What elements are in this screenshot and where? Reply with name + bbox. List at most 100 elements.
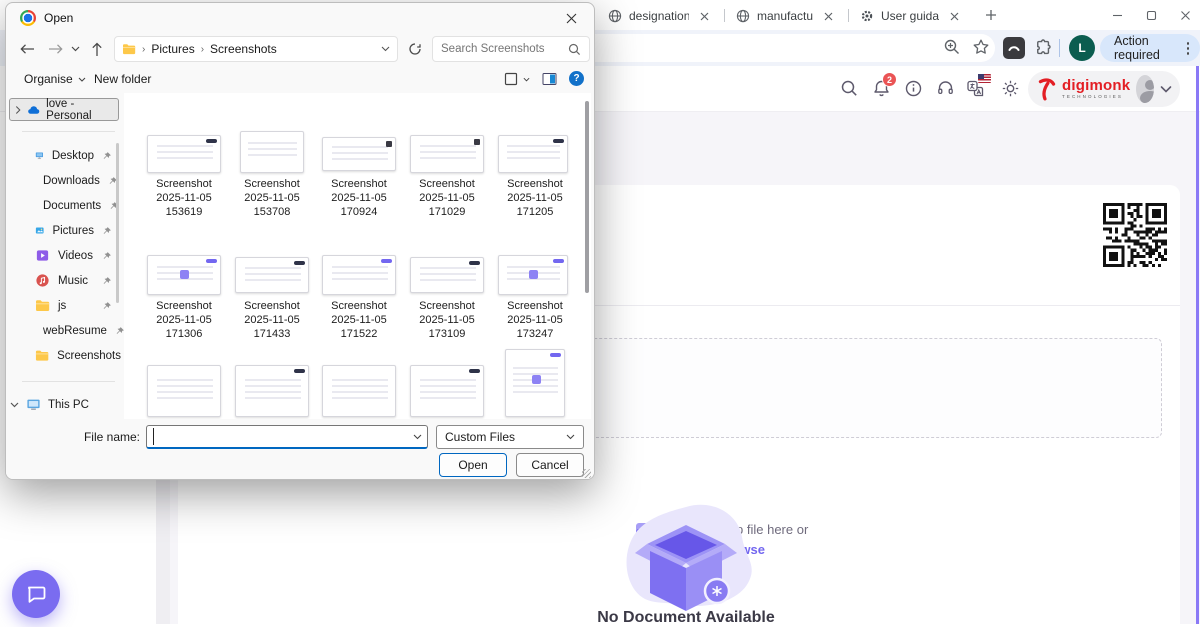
search-input[interactable] [441, 43, 562, 55]
tab-close-icon[interactable] [696, 8, 712, 24]
up-icon[interactable] [86, 38, 108, 60]
file-thumbnail[interactable] [498, 135, 568, 173]
refresh-icon[interactable] [404, 38, 426, 60]
file-thumbnail[interactable] [147, 365, 221, 417]
resize-grip[interactable] [582, 469, 591, 478]
dialog-close-button[interactable] [548, 3, 594, 33]
sidebar-item-webresume[interactable]: webResume [22, 318, 121, 343]
tab-close-icon[interactable] [946, 8, 962, 24]
dialog-command-bar: Organise New folder ? [6, 65, 594, 93]
sidebar-scrollbar[interactable] [116, 143, 119, 303]
view-mode-button[interactable] [504, 65, 530, 93]
zoom-icon[interactable] [943, 38, 963, 58]
file-type-select[interactable]: Custom Files [436, 425, 584, 449]
file-name[interactable]: Screenshot 2025-11-05 153708 [228, 177, 316, 219]
info-icon[interactable] [904, 79, 924, 99]
sidebar-label: js [58, 300, 66, 312]
support-headset-icon[interactable] [936, 79, 956, 99]
breadcrumb-screenshots[interactable]: Screenshots [210, 42, 277, 56]
organise-button[interactable]: Organise [24, 65, 86, 93]
sidebar-item-pictures[interactable]: Pictures [22, 218, 121, 243]
chevron-down-icon[interactable] [1160, 85, 1172, 93]
dialog-footer: File name: Custom Files Open Cancel [6, 419, 594, 480]
sidebar-label: Videos [58, 250, 93, 262]
file-name[interactable]: Screenshot 2025-11-05 170924 [315, 177, 403, 219]
help-button[interactable]: ? [569, 71, 584, 86]
sidebar-item-screenshots[interactable]: Screenshots [22, 343, 121, 368]
kebab-menu-icon[interactable] [1187, 47, 1189, 50]
preview-pane-button[interactable] [542, 65, 557, 93]
file-thumbnail[interactable] [235, 257, 309, 293]
search-icon[interactable] [840, 79, 860, 99]
cancel-button[interactable]: Cancel [516, 453, 584, 477]
file-name[interactable]: Screenshot 2025-11-05 171306 [140, 299, 228, 341]
sidebar-item-videos[interactable]: Videos [22, 243, 121, 268]
account-menu[interactable]: digimonk TECHNOLOGIES [1028, 71, 1180, 107]
extensions-puzzle-icon[interactable] [1033, 38, 1053, 58]
sidebar-item-music[interactable]: Music [22, 268, 121, 293]
theme-sun-icon[interactable] [1001, 79, 1021, 99]
sidebar-item-downloads[interactable]: Downloads [22, 168, 121, 193]
user-avatar[interactable] [1136, 75, 1154, 103]
file-name[interactable]: Screenshot 2025-11-05 173109 [403, 299, 491, 341]
new-tab-button[interactable] [976, 2, 1006, 28]
file-thumbnail[interactable] [410, 135, 484, 173]
extension-icon[interactable] [1003, 37, 1025, 59]
file-name[interactable]: Screenshot 2025-11-05 171029 [403, 177, 491, 219]
file-thumbnail[interactable] [410, 365, 484, 417]
view-icon [504, 72, 518, 86]
file-name[interactable]: Screenshot 2025-11-05 173247 [491, 299, 579, 341]
sidebar-item-this-pc[interactable]: This PC [10, 392, 121, 417]
file-thumbnail[interactable] [235, 365, 309, 417]
bookmark-star-icon[interactable] [972, 38, 992, 58]
window-minimize-button[interactable] [1102, 2, 1132, 28]
dialog-search-box[interactable] [432, 36, 590, 62]
sidebar-item-desktop[interactable]: Desktop [22, 143, 121, 168]
breadcrumb-dropdown-icon[interactable] [381, 46, 390, 52]
browser-profile-avatar[interactable]: L [1069, 35, 1095, 61]
chevron-down-icon[interactable] [413, 434, 422, 440]
back-icon[interactable] [16, 38, 38, 60]
file-name[interactable]: Screenshot 2025-11-05 153619 [140, 177, 228, 219]
chat-bubble-button[interactable] [12, 570, 60, 618]
empty-state-title: No Document Available [536, 609, 836, 627]
recent-locations-chevron-icon[interactable] [67, 38, 83, 60]
file-grid-scrollbar[interactable] [585, 101, 589, 293]
window-restore-button[interactable] [1136, 2, 1166, 28]
tab-user-guidance[interactable]: User guidance maint [852, 2, 970, 30]
sidebar-item-js[interactable]: js [22, 293, 121, 318]
file-thumbnail[interactable] [322, 255, 396, 295]
file-name-input[interactable] [153, 428, 407, 445]
file-name[interactable]: Screenshot 2025-11-05 171522 [315, 299, 403, 341]
file-thumbnail[interactable] [410, 257, 484, 293]
file-name[interactable]: Screenshot 2025-11-05 171205 [491, 177, 579, 219]
open-button[interactable]: Open [439, 453, 507, 477]
forward-icon[interactable] [44, 38, 66, 60]
file-thumbnail[interactable] [240, 131, 304, 173]
file-thumbnail[interactable] [505, 349, 565, 417]
file-thumbnail[interactable] [147, 255, 221, 295]
breadcrumb[interactable]: › Pictures › Screenshots [114, 36, 398, 62]
tab-close-icon[interactable] [820, 8, 836, 24]
page-scrollbar[interactable] [1196, 66, 1199, 624]
file-thumbnail[interactable] [147, 135, 221, 173]
sidebar-item-documents[interactable]: Documents [22, 193, 121, 218]
new-folder-label: New folder [94, 72, 151, 86]
action-required-button[interactable]: Action required [1100, 34, 1200, 62]
tab-designations-pdf[interactable]: designations (1).pdf [600, 2, 720, 30]
new-folder-button[interactable]: New folder [94, 65, 151, 93]
file-thumbnail[interactable] [498, 255, 568, 295]
file-thumbnail[interactable] [322, 137, 396, 171]
globe-favicon-icon [736, 9, 750, 23]
file-thumbnail[interactable] [322, 365, 396, 417]
preview-pane-icon [542, 72, 557, 86]
file-name[interactable]: Screenshot 2025-11-05 171433 [228, 299, 316, 341]
breadcrumb-pictures[interactable]: Pictures [151, 42, 194, 56]
file-name-field[interactable] [146, 425, 428, 449]
tab-manufacturers-pdf[interactable]: manufacturers.pdf [728, 2, 844, 30]
sidebar-item-onedrive[interactable]: love - Personal [9, 98, 119, 121]
search-icon[interactable] [568, 43, 581, 56]
sidebar-divider [22, 381, 115, 382]
pin-icon [102, 151, 112, 161]
window-close-button[interactable] [1170, 2, 1200, 28]
